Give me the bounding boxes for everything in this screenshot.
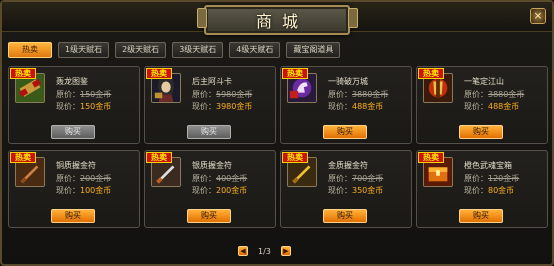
tab-talent-stone-1[interactable]: 1级天赋石 [58, 42, 110, 58]
hot-badge: 热卖 [146, 68, 172, 79]
page-title: 商城 [255, 12, 308, 31]
current-price-value: 200金币 [216, 186, 248, 195]
original-price-label: 原价： [56, 90, 80, 99]
buy-button[interactable]: 购买 [187, 209, 231, 223]
item-card: 热卖 一骑破万城 原价：3880金币 现价：488金币 购买 [280, 66, 412, 144]
pager: ◀ 1/3 ▶ [238, 245, 291, 257]
buy-button[interactable]: 购买 [323, 125, 367, 139]
current-price-row: 现价：3980金币 [192, 101, 252, 112]
item-name: 一骑破万城 [328, 77, 368, 86]
buy-button[interactable]: 购买 [323, 209, 367, 223]
item-name: 金质握金符 [328, 161, 368, 170]
item-card: 热卖 橙色武魂宝箱 原价：120金币 现价：80金币 购买 [416, 150, 548, 228]
current-price-value: 488金币 [488, 102, 520, 111]
hot-badge: 热卖 [10, 68, 36, 79]
current-price-label: 现价： [328, 102, 352, 111]
plaque-left-cap [197, 8, 207, 28]
item-name: 银质握金符 [192, 161, 232, 170]
original-price-label: 原价： [328, 90, 352, 99]
current-price-row: 现价：200金币 [192, 185, 247, 196]
hot-badge: 热卖 [282, 152, 308, 163]
hot-badge: 热卖 [10, 152, 36, 163]
tab-talent-stone-4[interactable]: 4级天赋石 [229, 42, 281, 58]
original-price-row: 原价：3880金币 [328, 89, 388, 100]
title-plaque: 商城 [204, 5, 350, 35]
original-price-value: 700金币 [352, 174, 384, 183]
item-name: 后主阿斗卡 [192, 77, 232, 86]
item-name: 一笔定江山 [464, 77, 504, 86]
current-price-value: 80金币 [488, 186, 515, 195]
shop-window: 商城 × 热卖 1级天赋石 2级天赋石 3级天赋石 4级天赋石 藏宝阁道具 热卖… [0, 0, 554, 266]
original-price-row: 原价：120金币 [464, 173, 519, 184]
original-price-value: 400金币 [216, 174, 248, 183]
original-price-label: 原价： [56, 174, 80, 183]
current-price-label: 现价： [192, 102, 216, 111]
tab-talent-stone-3[interactable]: 3级天赋石 [172, 42, 224, 58]
original-price-value: 150金币 [80, 90, 112, 99]
item-name: 橙色武魂宝箱 [464, 161, 512, 170]
hot-badge: 热卖 [146, 152, 172, 163]
current-price-row: 现价：100金币 [56, 185, 111, 196]
tab-talent-stone-2[interactable]: 2级天赋石 [115, 42, 167, 58]
original-price-row: 原价：5980金币 [192, 89, 252, 100]
original-price-row: 原价：150金币 [56, 89, 111, 100]
original-price-label: 原价： [464, 90, 488, 99]
current-price-value: 3980金币 [216, 102, 253, 111]
item-name: 轰龙图鉴 [56, 77, 88, 86]
buy-button[interactable]: 购买 [459, 125, 503, 139]
original-price-value: 3880金币 [352, 90, 389, 99]
item-grid: 热卖 轰龙图鉴 原价：150金币 现价：150金币 购买 热卖 后主阿斗卡 原价… [8, 66, 548, 230]
hot-badge: 热卖 [418, 68, 444, 79]
item-card: 热卖 一笔定江山 原价：3880金币 现价：488金币 购买 [416, 66, 548, 144]
hot-badge: 热卖 [418, 152, 444, 163]
next-page-button[interactable]: ▶ [280, 246, 291, 256]
hot-badge: 热卖 [282, 68, 308, 79]
original-price-row: 原价：700金币 [328, 173, 383, 184]
original-price-label: 原价： [192, 90, 216, 99]
buy-button[interactable]: 购买 [459, 209, 503, 223]
original-price-row: 原价：400金币 [192, 173, 247, 184]
buy-button[interactable]: 购买 [51, 209, 95, 223]
original-price-label: 原价： [192, 174, 216, 183]
current-price-label: 现价： [464, 186, 488, 195]
current-price-value: 150金币 [80, 102, 112, 111]
current-price-label: 现价： [56, 186, 80, 195]
item-card: 热卖 金质握金符 原价：700金币 现价：350金币 购买 [280, 150, 412, 228]
current-price-row: 现价：80金币 [464, 185, 514, 196]
current-price-label: 现价： [328, 186, 352, 195]
original-price-row: 原价：3880金币 [464, 89, 524, 100]
current-price-label: 现价： [192, 186, 216, 195]
original-price-label: 原价： [328, 174, 352, 183]
item-card: 热卖 轰龙图鉴 原价：150金币 现价：150金币 购买 [8, 66, 140, 144]
prev-page-button[interactable]: ◀ [238, 246, 248, 256]
current-price-value: 100金币 [80, 186, 112, 195]
original-price-value: 200金币 [80, 174, 112, 183]
current-price-row: 现价：350金币 [328, 185, 383, 196]
current-price-label: 现价： [464, 102, 488, 111]
original-price-value: 120金币 [488, 174, 520, 183]
buy-button[interactable]: 购买 [51, 125, 95, 139]
original-price-value: 5980金币 [216, 90, 253, 99]
close-button[interactable]: × [530, 8, 546, 24]
current-price-label: 现价： [56, 102, 80, 111]
item-card: 热卖 后主阿斗卡 原价：5980金币 现价：3980金币 购买 [144, 66, 276, 144]
item-name: 铜质握金符 [56, 161, 96, 170]
current-price-row: 现价：150金币 [56, 101, 111, 112]
current-price-row: 现价：488金币 [464, 101, 519, 112]
tab-bar: 热卖 1级天赋石 2级天赋石 3级天赋石 4级天赋石 藏宝阁道具 [8, 42, 341, 58]
item-card: 热卖 银质握金符 原价：400金币 现价：200金币 购买 [144, 150, 276, 228]
plaque-right-cap [348, 8, 358, 28]
current-price-value: 488金币 [352, 102, 384, 111]
tab-hot[interactable]: 热卖 [8, 42, 52, 58]
tab-treasure-items[interactable]: 藏宝阁道具 [286, 42, 341, 58]
original-price-value: 3880金币 [488, 90, 525, 99]
original-price-label: 原价： [464, 174, 488, 183]
current-price-row: 现价：488金币 [328, 101, 383, 112]
item-card: 热卖 铜质握金符 原价：200金币 现价：100金币 购买 [8, 150, 140, 228]
original-price-row: 原价：200金币 [56, 173, 111, 184]
current-price-value: 350金币 [352, 186, 384, 195]
buy-button[interactable]: 购买 [187, 125, 231, 139]
page-indicator: 1/3 [258, 246, 271, 256]
